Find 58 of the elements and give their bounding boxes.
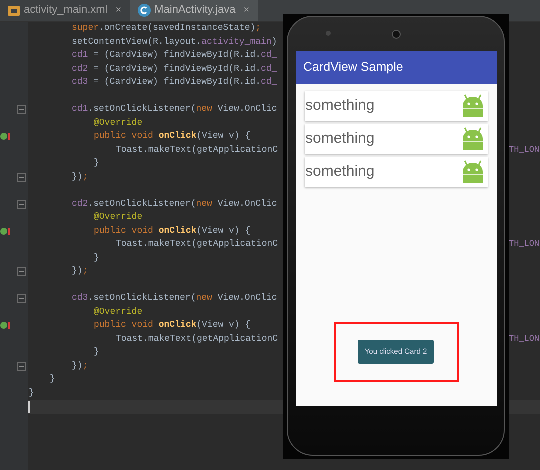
close-icon[interactable]: × — [116, 3, 122, 18]
code-line: } — [94, 252, 100, 262]
code-line: } — [94, 347, 100, 357]
camera-icon — [392, 30, 400, 38]
code-line: public void onClick(View v) { — [94, 320, 251, 330]
editor-tab[interactable]: activity_main.xml × — [0, 0, 130, 21]
android-robot-icon — [460, 94, 484, 118]
android-robot-icon — [460, 127, 484, 151]
code-line: } — [29, 388, 34, 398]
file-icon — [8, 4, 20, 16]
code-line: @Override — [94, 306, 143, 316]
code-line: cd1.setOnClickListener(new View.OnClic — [72, 104, 278, 114]
fold-icon[interactable] — [17, 294, 26, 304]
card[interactable]: something — [304, 91, 488, 121]
text-cursor — [28, 400, 30, 413]
code-line: public void onClick(View v) { — [94, 131, 251, 141]
code-line: setContentView(R.layout.activity_main) — [72, 36, 278, 46]
code-line: @Override — [94, 118, 143, 128]
card-text: something — [306, 96, 375, 116]
card-text: something — [306, 162, 375, 182]
android-robot-icon — [460, 160, 484, 184]
code-line: super.onCreate(savedInstanceState); — [72, 23, 262, 33]
fold-icon[interactable] — [17, 200, 26, 209]
code-line: } — [94, 158, 100, 168]
code-line: public void onClick(View v) { — [94, 226, 251, 236]
fold-icon[interactable] — [17, 267, 26, 276]
tab-label: MainActivity.java — [154, 3, 236, 18]
code-line: cd2.setOnClickListener(new View.OnClic — [72, 198, 278, 208]
editor-tab[interactable]: MainActivity.java × — [130, 0, 258, 21]
code-line: cd3 = (CardView) findViewById(R.id.cd_ — [72, 77, 278, 87]
fold-icon[interactable] — [17, 362, 26, 371]
code-line: Toast.makeText(getApplicationC — [116, 239, 278, 249]
card[interactable]: something — [304, 157, 488, 187]
code-line: Toast.makeText(getApplicationC — [116, 334, 278, 344]
tab-label: activity_main.xml — [24, 3, 108, 18]
fold-icon[interactable] — [17, 105, 26, 114]
override-marker-icon[interactable] — [0, 321, 10, 330]
code-line: }); — [72, 360, 88, 370]
code-line: cd3.setOnClickListener(new View.OnClic — [72, 293, 278, 303]
code-line: TH_LON — [509, 144, 540, 157]
override-marker-icon[interactable] — [0, 226, 10, 236]
card-text: something — [306, 128, 375, 149]
code-line: @Override — [94, 212, 143, 222]
code-line: TH_LON — [509, 332, 540, 346]
code-line: Toast.makeText(getApplicationC — [116, 144, 278, 154]
code-line: cd2 = (CardView) findViewById(R.id.cd_ — [72, 64, 278, 74]
code-line: TH_LON — [509, 238, 540, 252]
override-marker-icon[interactable] — [0, 132, 10, 142]
fold-icon[interactable] — [17, 172, 26, 182]
code-line: }); — [72, 266, 88, 276]
card[interactable]: something — [304, 124, 488, 154]
code-line: }); — [72, 172, 88, 182]
class-icon — [138, 4, 151, 17]
close-icon[interactable]: × — [244, 3, 250, 18]
sensor-icon — [326, 31, 331, 36]
code-line: cd1 = (CardView) findViewById(R.id.cd_ — [72, 50, 278, 60]
app-title: CardView Sample — [304, 59, 404, 76]
code-line: } — [50, 374, 56, 384]
